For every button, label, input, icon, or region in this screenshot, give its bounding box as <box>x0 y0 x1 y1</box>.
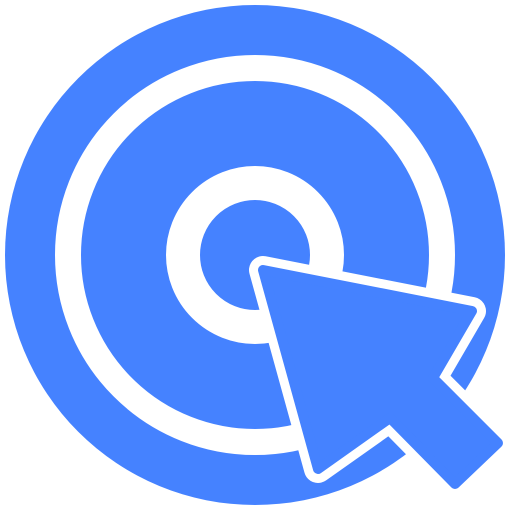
target-click-logo <box>0 0 512 512</box>
target-click-icon <box>5 5 512 505</box>
